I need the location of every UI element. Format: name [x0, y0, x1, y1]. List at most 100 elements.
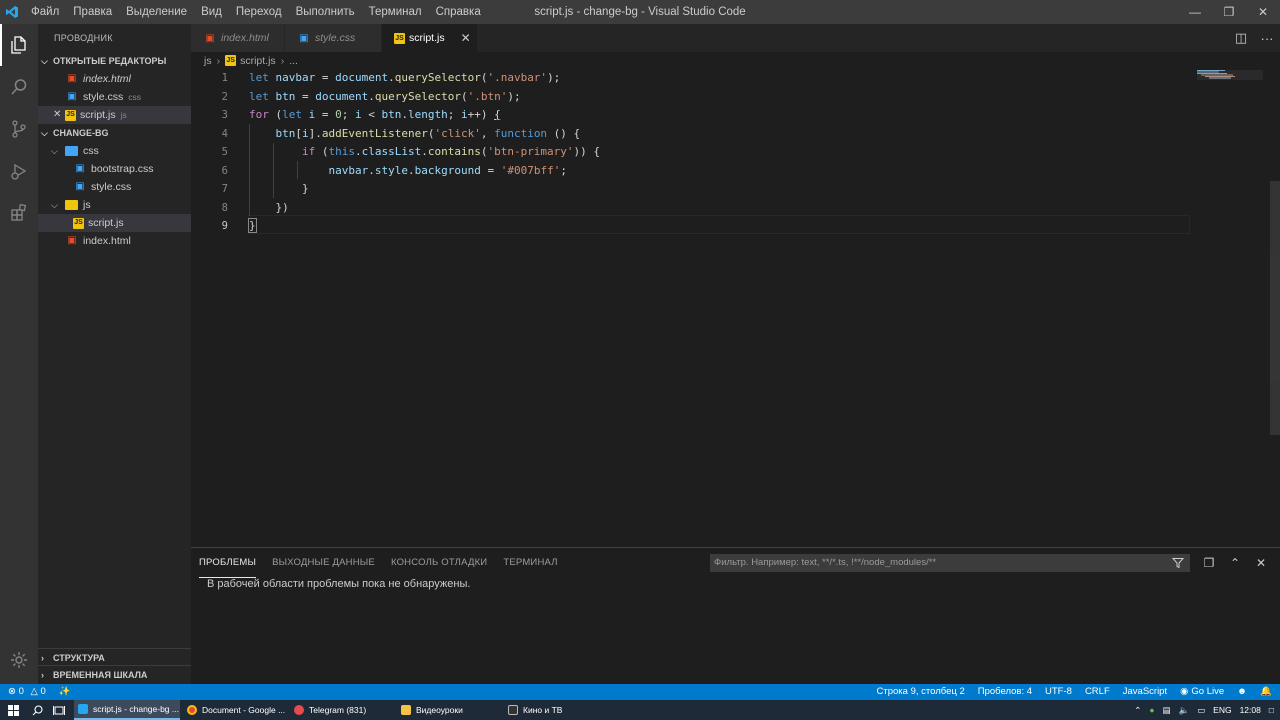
taskbar-app-chrome[interactable]: Document - Google ...	[183, 700, 289, 720]
menu-run[interactable]: Выполнить	[289, 0, 362, 24]
scrollbar-thumb[interactable]	[1270, 181, 1280, 435]
live-share-icon[interactable]: ✨	[59, 684, 71, 700]
line-number: 6	[221, 164, 228, 177]
windows-start-icon[interactable]	[0, 700, 26, 720]
network-icon[interactable]: ▤	[1163, 705, 1171, 716]
folder-js[interactable]: ⌵ js	[38, 196, 191, 214]
open-editor-index-html[interactable]: ▣ index.html	[38, 70, 191, 88]
chevron-down-icon: ⌵	[51, 200, 58, 210]
menu-go[interactable]: Переход	[229, 0, 289, 24]
search-icon[interactable]	[0, 66, 38, 108]
tab-problems[interactable]: ПРОБЛЕМЫ	[199, 548, 257, 578]
file-bootstrap-css[interactable]: ▣ bootstrap.css	[38, 160, 191, 178]
explorer-icon[interactable]	[0, 24, 38, 66]
maximize-panel-icon[interactable]: ⌃	[1222, 554, 1248, 572]
tray-chevron-up-icon[interactable]: ⌃	[1134, 705, 1141, 716]
code-line-7: }	[249, 182, 309, 195]
css-file-icon: ▣	[75, 181, 85, 192]
css-file-icon: ▣	[299, 32, 309, 44]
collapse-all-icon[interactable]: ❐	[1196, 554, 1222, 572]
tray-app-icon[interactable]: ●	[1149, 705, 1154, 715]
menu-bar: Файл Правка Выделение Вид Переход Выполн…	[24, 0, 488, 24]
encoding[interactable]: UTF-8	[1045, 684, 1072, 700]
close-tab-icon[interactable]: ✕	[461, 31, 475, 45]
feedback-icon[interactable]: ☻	[1237, 684, 1247, 700]
filter-icon[interactable]	[1169, 554, 1187, 572]
open-editors-header[interactable]: ⌵ ОТКРЫТЫЕ РЕДАКТОРЫ	[38, 52, 191, 70]
source-control-icon[interactable]	[0, 108, 38, 150]
code-line-8: })	[249, 200, 289, 214]
close-window-button[interactable]: ✕	[1246, 0, 1280, 24]
code-line-9: }	[248, 218, 257, 233]
line-number: 4	[221, 127, 228, 140]
task-view-icon[interactable]	[48, 700, 70, 720]
line-ending[interactable]: CRLF	[1085, 684, 1110, 700]
film-icon	[508, 705, 518, 715]
file-style-css[interactable]: ▣ style.css	[38, 178, 191, 196]
settings-gear-icon[interactable]	[0, 640, 38, 680]
minimize-button[interactable]: —	[1178, 0, 1212, 24]
activity-bar	[0, 24, 38, 684]
file-index-html[interactable]: ▣ index.html	[38, 232, 191, 250]
breadcrumb-folder[interactable]: js	[204, 55, 212, 67]
close-panel-icon[interactable]: ✕	[1248, 554, 1274, 572]
taskbar-app-movies[interactable]: Кино и ТВ	[504, 700, 610, 720]
menu-view[interactable]: Вид	[194, 0, 229, 24]
project-header[interactable]: ⌵ CHANGE-BG	[38, 124, 191, 142]
taskbar-app-folder[interactable]: Видеоуроки	[397, 700, 503, 720]
chrome-icon	[187, 705, 197, 715]
clock[interactable]: 12:08	[1240, 705, 1261, 715]
menu-help[interactable]: Справка	[429, 0, 488, 24]
breadcrumb-more[interactable]: ...	[289, 55, 298, 67]
code-editor[interactable]: 1 let navbar = document.querySelector('.n…	[191, 69, 1280, 547]
problems-status[interactable]: ⊗ 0 △ 0	[8, 684, 46, 700]
indentation[interactable]: Пробелов: 4	[978, 684, 1032, 700]
file-script-js[interactable]: JS script.js	[38, 214, 191, 232]
notification-center-icon[interactable]: □	[1269, 705, 1274, 715]
battery-icon[interactable]: ▭	[1197, 705, 1205, 716]
tab-debug-console[interactable]: КОНСОЛЬ ОТЛАДКИ	[391, 548, 487, 578]
input-language[interactable]: ENG	[1213, 705, 1231, 715]
editor-scrollbar[interactable]	[1270, 69, 1280, 547]
minimap[interactable]	[1195, 69, 1265, 547]
breadcrumb: js › JS script.js › ...	[191, 52, 298, 69]
open-editor-script-js[interactable]: ✕ JS script.js js	[38, 106, 191, 124]
status-bar: ⊗ 0 △ 0 ✨ Строка 9, столбец 2 Пробелов: …	[0, 684, 1280, 700]
close-icon[interactable]: ✕	[53, 106, 65, 124]
text-cursor	[255, 219, 257, 233]
folder-css[interactable]: ⌵ css	[38, 142, 191, 160]
notifications-icon[interactable]: 🔔	[1260, 684, 1272, 700]
taskbar-app-telegram[interactable]: Telegram (831)	[290, 700, 396, 720]
menu-terminal[interactable]: Терминал	[362, 0, 429, 24]
restore-button[interactable]: ❐	[1212, 0, 1246, 24]
line-number: 2	[221, 90, 228, 103]
breadcrumb-file[interactable]: script.js	[240, 55, 276, 67]
menu-edit[interactable]: Правка	[66, 0, 119, 24]
tab-style-css[interactable]: ▣ style.css	[285, 24, 382, 52]
run-debug-icon[interactable]	[0, 150, 38, 192]
go-live-button[interactable]: ◉ Go Live	[1180, 684, 1224, 700]
extensions-icon[interactable]	[0, 192, 38, 234]
menu-file[interactable]: Файл	[24, 0, 66, 24]
tab-index-html[interactable]: ▣ index.html	[191, 24, 285, 52]
cursor-position[interactable]: Строка 9, столбец 2	[877, 684, 965, 700]
tab-terminal[interactable]: ТЕРМИНАЛ	[503, 548, 557, 578]
open-editor-style-css[interactable]: ▣ style.css css	[38, 88, 191, 106]
tab-output[interactable]: ВЫХОДНЫЕ ДАННЫЕ	[272, 548, 375, 578]
taskbar-app-vscode[interactable]: script.js - change-bg ...	[74, 700, 180, 720]
html-file-icon: ▣	[67, 235, 77, 246]
language-mode[interactable]: JavaScript	[1123, 684, 1167, 700]
vscode-logo-icon	[0, 0, 24, 24]
split-editor-icon[interactable]: ◫	[1228, 30, 1254, 46]
more-actions-icon[interactable]: ···	[1254, 31, 1280, 46]
chevron-right-icon: ›	[41, 670, 44, 680]
volume-icon[interactable]: 🔈	[1179, 705, 1190, 716]
menu-selection[interactable]: Выделение	[119, 0, 194, 24]
code-line-3: for (let i = 0; i < btn.length; i++) {	[249, 108, 501, 121]
chevron-right-icon: ›	[216, 54, 221, 67]
line-number: 9	[221, 220, 228, 232]
search-icon[interactable]	[26, 700, 48, 720]
tab-script-js[interactable]: JS script.js ✕	[382, 24, 478, 52]
timeline-header[interactable]: › ВРЕМЕННАЯ ШКАЛА	[38, 666, 191, 684]
problems-filter-input[interactable]: Фильтр. Например: text, **/*.ts, !**/nod…	[710, 554, 1190, 572]
